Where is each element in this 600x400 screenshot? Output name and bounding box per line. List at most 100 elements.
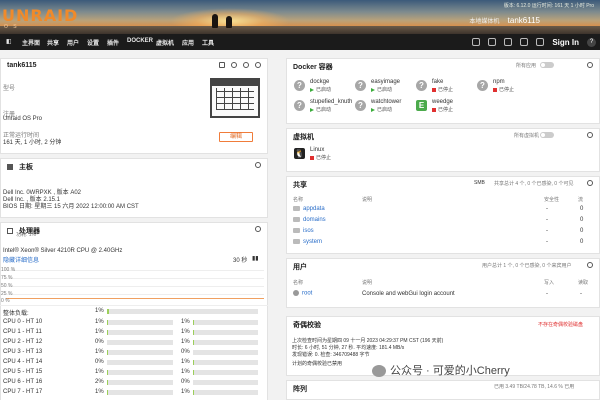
parity-status: 不存在奇偶校验磁盘	[538, 322, 584, 328]
nav-item-main[interactable]: 主界面	[22, 38, 40, 47]
edit-button[interactable]: 编辑	[219, 132, 253, 142]
container-state: 已停止	[432, 86, 453, 93]
cpu-core-label: CPU 3 - HT 13	[3, 349, 43, 355]
mainboard-title: 主板	[1, 159, 267, 171]
container-name: watchtower	[371, 99, 402, 105]
container-state: 已启动	[371, 86, 392, 93]
chevron-up-icon[interactable]	[255, 226, 261, 232]
vm-all-toggle[interactable]	[540, 132, 554, 138]
shares-summary: 共享总计 4 个, 0 个已感染, 0 个可见	[494, 181, 574, 187]
container-name: dockge	[310, 79, 330, 85]
cpu-ht-value: 0%	[181, 349, 190, 355]
nav-item-plugins[interactable]: 插件	[107, 38, 119, 47]
chevron-up-icon[interactable]	[587, 262, 593, 268]
nav-item-settings[interactable]: 设置	[87, 38, 99, 47]
container-state: 已停止	[493, 86, 514, 93]
stopped-icon	[432, 87, 436, 92]
cpu-core-value: 1%	[95, 319, 104, 325]
cpu-core-value: 2%	[95, 379, 104, 385]
folder-icon	[293, 217, 300, 222]
cpu-ht-bar	[193, 390, 258, 395]
nav-item-vms[interactable]: 虚拟机	[156, 38, 174, 47]
server-case-image	[210, 78, 260, 118]
motherboard-icon	[7, 164, 13, 171]
chart-toggle-icon[interactable]: ▮▮	[252, 255, 259, 262]
cpu-core-value: 1%	[95, 349, 104, 355]
share-row-domains[interactable]: domains	[293, 217, 326, 223]
docker-toggle-label: 所有应用	[516, 63, 537, 69]
processor-title: 处理器	[1, 223, 267, 235]
help-icon[interactable]: ?	[587, 37, 596, 47]
share-row-isos[interactable]: isos	[293, 228, 314, 234]
share-streams: 0	[580, 239, 584, 245]
nav-toolbar: Sign In ?	[472, 37, 596, 47]
banner-figure	[226, 16, 232, 28]
lock-icon[interactable]	[536, 38, 545, 46]
cpu-core-bar	[107, 330, 173, 335]
container-state: 已启动	[371, 106, 392, 113]
wechat-icon	[372, 365, 386, 378]
interval-select[interactable]: 30 秒	[233, 255, 247, 264]
cpu-core-bar	[107, 380, 173, 385]
shares-filter-select[interactable]: SMB	[474, 180, 485, 186]
stopped-icon	[310, 155, 314, 160]
users-col-write: 写入	[544, 280, 555, 286]
terminal-icon[interactable]	[472, 38, 481, 46]
chevron-up-icon[interactable]	[587, 62, 593, 68]
unraid-logo[interactable]: UNRAID	[2, 6, 78, 25]
users-col-read: 读取	[578, 280, 589, 286]
docker-all-toggle[interactable]	[540, 62, 554, 68]
cpu-icon	[7, 228, 13, 235]
container-icon: ?	[294, 80, 305, 91]
chevron-up-icon[interactable]	[587, 180, 593, 186]
gear-icon[interactable]	[219, 62, 225, 68]
parity-schedule: 计划的奇偶校验已禁用	[292, 361, 343, 367]
nav-item-users[interactable]: 用户	[67, 38, 79, 47]
cpu-core-label: CPU 4 - HT 14	[3, 359, 43, 365]
cpu-ht-value: 1%	[181, 359, 190, 365]
parity-errors: 发现错误: 0. 检查: 346709488 字节	[292, 352, 370, 358]
shares-col-streams: 流	[578, 197, 584, 203]
cpu-core-bar	[107, 320, 173, 325]
parity-last-check: 上次检查时间为星期四 09 十一月 2023 04:29:37 PM CST (…	[292, 338, 444, 344]
cpu-core-value: 0%	[95, 339, 104, 345]
unraid-logo-sub: O S	[4, 24, 19, 30]
overall-load-bar	[107, 309, 258, 314]
user-icon	[293, 290, 299, 296]
share-row-system[interactable]: system	[293, 239, 322, 245]
chevron-up-icon[interactable]	[255, 162, 261, 168]
graph-tick: 25 %	[1, 291, 13, 297]
users-col-name: 名称	[293, 280, 304, 286]
feedback-icon[interactable]	[488, 38, 497, 46]
nav-item-apps[interactable]: 应用	[182, 38, 194, 47]
share-security: -	[546, 228, 548, 234]
share-streams: 0	[580, 228, 584, 234]
nav-icon-home[interactable]: ◧	[6, 38, 12, 45]
nav-item-shares[interactable]: 共享	[47, 38, 59, 47]
share-security: -	[546, 206, 548, 212]
nav-item-tools[interactable]: 工具	[202, 38, 214, 47]
nav-item-docker[interactable]: DOCKER	[127, 38, 153, 44]
chevron-up-icon[interactable]	[255, 62, 261, 68]
info-icon[interactable]	[504, 38, 513, 46]
folder-icon	[293, 228, 300, 233]
power-icon[interactable]	[243, 62, 249, 68]
version-info: 版本: 6.12.0 运行时间: 161 天 1 小时 Pro	[503, 3, 594, 9]
user-row-root[interactable]: root	[293, 290, 312, 297]
cpu-core-bar	[107, 390, 173, 395]
log-icon[interactable]	[520, 38, 529, 46]
sign-in-link[interactable]: Sign In	[552, 38, 579, 47]
cpu-core-label: CPU 6 - HT 16	[3, 379, 43, 385]
refresh-icon[interactable]	[231, 62, 237, 68]
cpu-core-label: CPU 7 - HT 17	[3, 389, 43, 395]
share-row-appdata[interactable]: appdata	[293, 206, 325, 212]
cpu-load-graph	[6, 270, 264, 302]
container-icon: ?	[355, 80, 366, 91]
share-streams: 0	[580, 206, 584, 212]
chevron-up-icon[interactable]	[587, 132, 593, 138]
cpu-core-label: CPU 1 - HT 11	[3, 329, 42, 335]
cpu-ht-value: 1%	[181, 369, 190, 375]
container-name: stupefied_knuth	[310, 99, 353, 105]
graph-tick: 100 %	[1, 267, 16, 273]
hide-details-link[interactable]: 隐藏详细信息	[3, 255, 39, 264]
